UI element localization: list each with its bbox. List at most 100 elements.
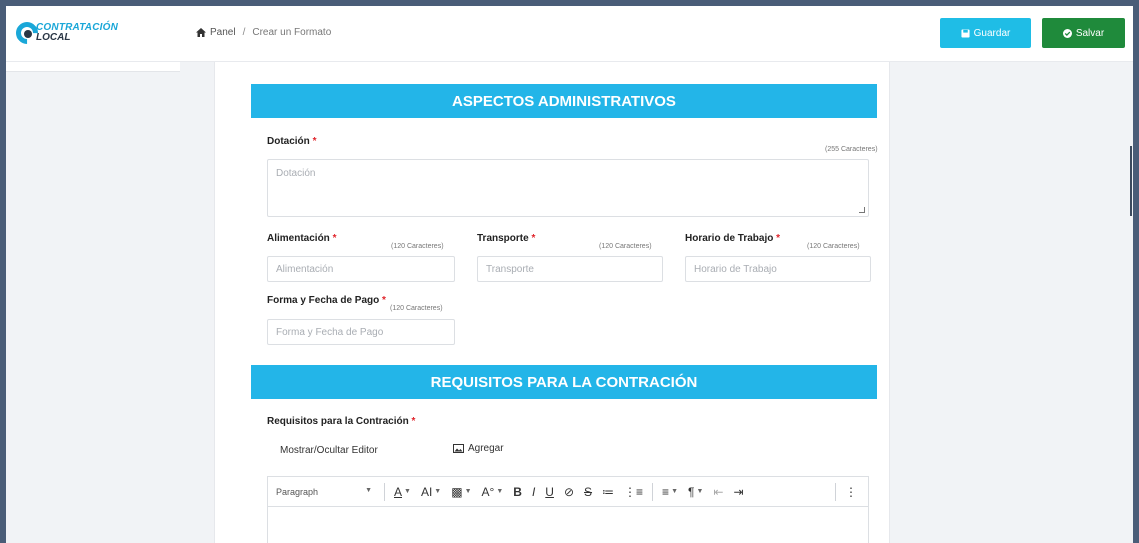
- section-header-aspectos: ASPECTOS ADMINISTRATIVOS: [251, 84, 877, 118]
- dotacion-label-text: Dotación: [267, 136, 310, 147]
- rich-text-editor[interactable]: [267, 506, 869, 543]
- font-color-button[interactable]: A ▼: [389, 485, 416, 499]
- horario-label: Horario de Trabajo *: [685, 233, 780, 244]
- horario-label-text: Horario de Trabajo: [685, 233, 774, 244]
- requisitos-label: Requisitos para la Contración *: [267, 416, 415, 427]
- top-header: CONTRATACIÓN LOCAL Panel / Crear un Form…: [6, 6, 1133, 62]
- font-color-icon: A: [394, 484, 403, 499]
- resize-handle-icon[interactable]: [859, 207, 865, 213]
- section-header-requisitos: REQUISITOS PARA LA CONTRACIÓN: [251, 365, 877, 399]
- forma-pago-label: Forma y Fecha de Pago *: [267, 295, 386, 306]
- chevron-down-icon: ▼: [464, 488, 472, 495]
- breadcrumb-separator: /: [242, 27, 246, 38]
- bold-button[interactable]: B: [508, 485, 527, 499]
- transporte-label-text: Transporte: [477, 233, 529, 244]
- chevron-down-icon: ▼: [696, 488, 704, 495]
- required-mark: *: [776, 233, 781, 244]
- more-vertical-icon: ⋮: [845, 484, 857, 499]
- required-mark: *: [312, 136, 317, 147]
- font-size-icon: AI: [420, 484, 433, 499]
- forma-pago-field[interactable]: [267, 319, 455, 345]
- chevron-down-icon: ▼: [671, 488, 678, 495]
- forma-pago-label-text: Forma y Fecha de Pago: [267, 295, 380, 306]
- align-button[interactable]: ≡ ▼: [657, 485, 683, 499]
- italic-button[interactable]: I: [527, 485, 540, 499]
- alimentacion-label: Alimentación *: [267, 233, 336, 244]
- salvar-label: Salvar: [1075, 27, 1105, 39]
- check-circle-icon: [1062, 28, 1072, 38]
- guardar-button[interactable]: Guardar: [940, 18, 1031, 48]
- dotacion-field[interactable]: [267, 159, 869, 217]
- bullet-list-button[interactable]: ≔: [597, 485, 619, 499]
- chevron-down-icon: ▼: [496, 488, 504, 495]
- more-options-button[interactable]: ⋮: [840, 485, 862, 499]
- required-mark: *: [332, 233, 337, 244]
- guardar-label: Guardar: [973, 27, 1011, 39]
- alimentacion-label-text: Alimentación: [267, 233, 330, 244]
- chevron-down-icon: ▼: [404, 488, 411, 495]
- indent-button[interactable]: ⇥: [728, 485, 748, 499]
- salvar-button[interactable]: Salvar: [1042, 18, 1125, 48]
- font-size-button[interactable]: AI ▼: [416, 485, 446, 499]
- align-icon: ≡: [662, 484, 670, 499]
- outdent-icon: ⇤: [713, 484, 724, 499]
- dotacion-counter: (255 Caracteres): [825, 146, 878, 153]
- app-window: CONTRATACIÓN LOCAL Panel / Crear un Form…: [6, 6, 1133, 543]
- toolbar-divider: [835, 482, 836, 501]
- text-style-icon: A°: [481, 484, 495, 499]
- alimentacion-field[interactable]: [267, 256, 455, 282]
- paragraph-direction-button[interactable]: ¶ ▼: [683, 485, 708, 499]
- toggle-editor-link[interactable]: Mostrar/Ocultar Editor: [280, 445, 378, 456]
- chevron-down-icon: ▼: [365, 486, 372, 494]
- numbered-list-icon: ⋮≡: [624, 484, 644, 499]
- transporte-field[interactable]: [477, 256, 663, 282]
- paragraph-select-value: Paragraph: [276, 486, 319, 497]
- required-mark: *: [382, 295, 386, 306]
- logo[interactable]: CONTRATACIÓN LOCAL: [11, 17, 156, 49]
- strikethrough-button[interactable]: S: [579, 485, 597, 499]
- toolbar-divider: [384, 482, 385, 501]
- dotacion-label: Dotación *: [267, 136, 316, 147]
- rich-text-toolbar: Paragraph ▼ A ▼ AI ▼ ▩ ▼ A° ▼ B I U ⊘ S ≔ ⋮≡…: [267, 476, 869, 506]
- bullet-list-icon: ≔: [602, 484, 615, 499]
- alimentacion-counter: (120 Caracteres): [391, 243, 444, 250]
- transporte-label: Transporte *: [477, 233, 535, 244]
- logo-line2: LOCAL: [36, 32, 71, 43]
- breadcrumb-home[interactable]: Panel: [210, 27, 236, 38]
- forma-pago-counter: (120 Caracteres): [390, 305, 443, 312]
- breadcrumb-current: Crear un Formato: [252, 27, 332, 38]
- indent-icon: ⇥: [733, 484, 744, 499]
- link-icon: ⊘: [563, 484, 575, 499]
- underline-icon: U: [545, 484, 554, 499]
- outdent-button[interactable]: ⇤: [708, 485, 728, 499]
- italic-icon: I: [531, 484, 536, 499]
- breadcrumb: Panel / Crear un Formato: [196, 27, 331, 38]
- toolbar-divider: [652, 482, 654, 501]
- chevron-down-icon: ▼: [434, 488, 442, 495]
- highlight-icon: ▩: [451, 484, 463, 499]
- logo-dot-icon: [24, 30, 32, 38]
- highlight-button[interactable]: ▩ ▼: [446, 485, 476, 499]
- required-mark: *: [531, 233, 536, 244]
- image-icon: [453, 444, 464, 453]
- link-button[interactable]: ⊘: [559, 485, 579, 499]
- pilcrow-icon: ¶: [688, 484, 695, 499]
- text-style-button[interactable]: A° ▼: [477, 485, 509, 499]
- sidebar: [6, 62, 180, 72]
- strikethrough-icon: S: [584, 484, 593, 499]
- add-image-label: Agregar: [468, 443, 504, 454]
- home-icon[interactable]: [196, 28, 206, 37]
- required-mark: *: [411, 416, 416, 427]
- bold-icon: B: [513, 484, 522, 499]
- scrollbar[interactable]: [1130, 146, 1132, 216]
- toggle-editor-label: Mostrar/Ocultar Editor: [280, 445, 378, 456]
- horario-field[interactable]: [685, 256, 871, 282]
- transporte-counter: (120 Caracteres): [599, 243, 652, 250]
- save-icon: [961, 28, 970, 38]
- requisitos-label-text: Requisitos para la Contración: [267, 416, 409, 427]
- add-image-button[interactable]: Agregar: [453, 443, 504, 454]
- underline-button[interactable]: U: [540, 485, 559, 499]
- paragraph-select[interactable]: Paragraph ▼: [268, 487, 380, 497]
- form-card: ASPECTOS ADMINISTRATIVOS Dotación * (255…: [214, 62, 890, 543]
- numbered-list-button[interactable]: ⋮≡: [619, 485, 648, 499]
